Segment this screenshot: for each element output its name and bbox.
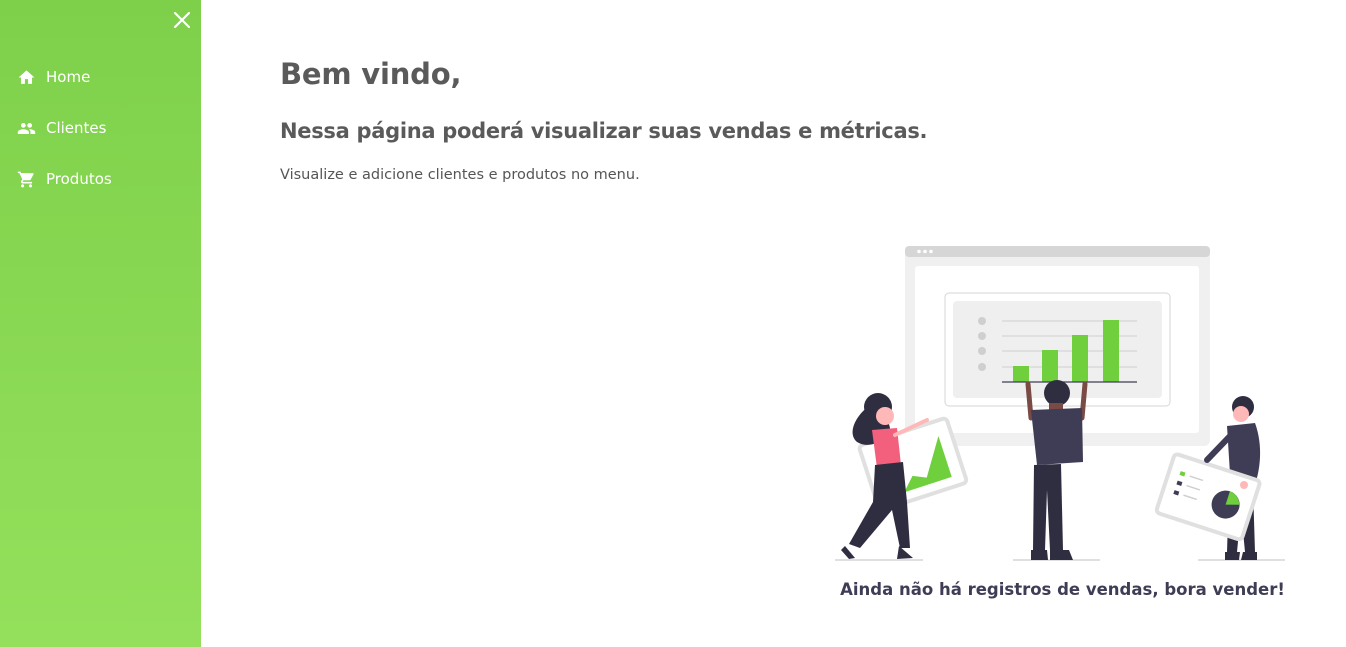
- close-icon: [173, 11, 191, 29]
- cart-icon: [17, 171, 34, 187]
- sidebar: Home Clientes Produtos: [0, 0, 201, 647]
- sidebar-item-produtos[interactable]: Produtos: [0, 159, 201, 199]
- sidebar-item-clientes[interactable]: Clientes: [0, 108, 201, 148]
- sidebar-item-label: Home: [46, 68, 91, 86]
- sidebar-item-label: Produtos: [46, 170, 112, 188]
- close-sidebar-button[interactable]: [171, 9, 193, 31]
- empty-sales-message: Ainda não há registros de vendas, bora v…: [840, 580, 1285, 599]
- people-icon: [17, 122, 36, 134]
- sidebar-nav: Home Clientes Produtos: [0, 57, 201, 210]
- page-title: Bem vindo,: [280, 57, 462, 91]
- home-icon: [18, 69, 35, 84]
- sidebar-item-label: Clientes: [46, 119, 107, 137]
- page-subtitle: Nessa página poderá visualizar suas vend…: [280, 119, 928, 143]
- sales-illustration: [835, 246, 1285, 561]
- sidebar-item-home[interactable]: Home: [0, 57, 201, 97]
- page-description: Visualize e adicione clientes e produtos…: [280, 167, 640, 183]
